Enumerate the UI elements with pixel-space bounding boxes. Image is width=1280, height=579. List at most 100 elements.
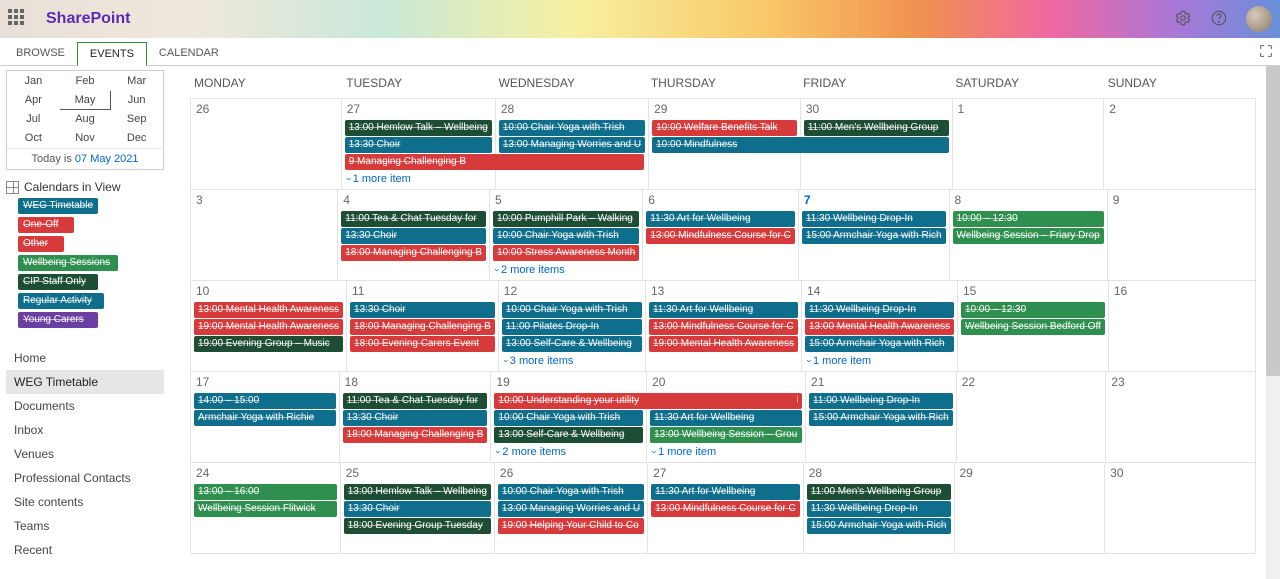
calendar-event[interactable]: 13:00 Mental Health Awareness <box>805 319 954 335</box>
month-feb[interactable]: Feb <box>59 72 111 91</box>
calendar-event[interactable]: Armchair Yoga with Richie <box>194 410 336 426</box>
month-apr[interactable]: Apr <box>8 91 60 110</box>
calendar-event[interactable]: 15:00 Armchair Yoga with Rich <box>809 410 953 426</box>
calendar-event[interactable]: Wellbeing Session – Friary Drop <box>953 228 1104 244</box>
calendar-event[interactable]: 19:00 Helping Your Child to Co <box>498 518 644 534</box>
more-items-link[interactable]: ›1 more item <box>344 171 493 185</box>
today-link[interactable]: 07 May 2021 <box>75 153 139 165</box>
day-cell[interactable]: 411:00 Tea & Chat Tuesday for13:30 Choir… <box>338 190 490 280</box>
nav-documents[interactable]: Documents <box>6 394 164 418</box>
nav-site-contents[interactable]: Site contents <box>6 490 164 514</box>
ribbon-tab-browse[interactable]: BROWSE <box>4 42 77 65</box>
scrollbar-thumb[interactable] <box>1266 66 1280 376</box>
calendar-event[interactable]: 11:30 Art for Wellbeing <box>646 211 795 227</box>
day-cell[interactable]: 2 <box>1104 99 1256 189</box>
day-cell[interactable]: 2610:00 Chair Yoga with Trish13:00 Manag… <box>495 463 648 553</box>
day-cell[interactable]: 2713:00 Hemlow Talk – Wellbeing13:30 Cho… <box>342 99 496 189</box>
calendar-event[interactable]: 19:00 Evening Group – Music <box>194 336 343 352</box>
calendar-event[interactable]: 13:30 Choir <box>341 228 486 244</box>
day-cell[interactable]: 1 <box>953 99 1105 189</box>
nav-venues[interactable]: Venues <box>6 442 164 466</box>
calendar-event[interactable]: 13:00 Mental Health Awareness <box>194 302 343 318</box>
day-cell[interactable]: 3 <box>190 190 338 280</box>
more-items-link[interactable]: ›2 more items <box>493 444 644 458</box>
calendar-overlay-item[interactable]: Regular Activity <box>18 293 104 309</box>
more-items-link[interactable]: ›1 more item <box>649 444 803 458</box>
calendar-event[interactable]: 10:00 Chair Yoga with Trish <box>498 484 644 500</box>
calendar-overlay-item[interactable]: CIP Staff Only <box>18 274 98 290</box>
help-icon[interactable] <box>1210 9 1228 30</box>
ribbon-tab-events[interactable]: EVENTS <box>77 42 147 66</box>
calendar-event[interactable]: 11:30 Wellbeing Drop-In <box>805 302 954 318</box>
month-mar[interactable]: Mar <box>111 72 163 91</box>
calendar-event[interactable]: 18:00 Evening Group Tuesday <box>344 518 491 534</box>
calendar-event[interactable]: 13:00 Wellbeing Session – Grou <box>650 427 802 443</box>
day-cell[interactable]: 1510:00 – 12:30Wellbeing Session Bedford… <box>958 281 1109 371</box>
calendar-event[interactable]: 11:30 Art for Wellbeing <box>649 302 798 318</box>
calendar-event[interactable]: 10:00 Chair Yoga with Trish <box>494 410 643 426</box>
calendar-event[interactable]: 11:00 Men's Wellbeing Group <box>807 484 951 500</box>
calendar-event[interactable]: 11:30 Art for Wellbeing <box>651 484 800 500</box>
calendar-event[interactable]: 13:30 Choir <box>350 302 495 318</box>
calendar-event[interactable]: 13:00 Managing Worries and U <box>499 137 645 153</box>
calendar-event[interactable]: 10:00 Chair Yoga with Trish <box>499 120 645 136</box>
calendar-event[interactable]: 11:00 Tea & Chat Tuesday for <box>343 393 488 409</box>
calendar-event[interactable]: 13:00 Managing Worries and U <box>498 501 644 517</box>
day-cell[interactable]: 2010:00 Epilepsy – What you need11:30 Ar… <box>647 372 806 462</box>
calendar-event[interactable]: 11:00 Men's Wellbeing Group <box>804 120 949 136</box>
nav-weg-timetable[interactable]: WEG Timetable <box>6 370 164 394</box>
calendar-event[interactable]: 13:00 Hemlow Talk – Wellbeing <box>344 484 491 500</box>
calendar-event[interactable]: 11:30 Wellbeing Drop-In <box>802 211 946 227</box>
calendar-event[interactable]: 10:00 Chair Yoga with Trish <box>502 302 642 318</box>
day-cell[interactable]: 1811:00 Tea & Chat Tuesday for13:30 Choi… <box>340 372 492 462</box>
calendar-event[interactable]: 19:00 Mental Health Awareness <box>194 319 343 335</box>
calendar-event[interactable]: 18:00 Managing Challenging B <box>350 319 495 335</box>
settings-icon[interactable] <box>1174 9 1192 30</box>
calendar-event[interactable]: 13:00 – 16:00 <box>194 484 337 500</box>
user-avatar[interactable] <box>1246 6 1272 32</box>
month-oct[interactable]: Oct <box>8 129 60 148</box>
nav-recent[interactable]: Recent <box>6 538 164 562</box>
day-cell[interactable]: 1013:00 Mental Health Awareness19:00 Men… <box>190 281 347 371</box>
nav-professional-contacts[interactable]: Professional Contacts <box>6 466 164 490</box>
day-cell[interactable]: 510:00 Pumphill Park – Walking10:00 Chai… <box>490 190 643 280</box>
day-cell[interactable]: 30 <box>1105 463 1256 553</box>
calendar-event[interactable]: 11:30 Wellbeing Drop-In <box>807 501 951 517</box>
calendar-event[interactable]: 11:30 Art for Wellbeing <box>650 410 802 426</box>
day-cell[interactable]: 2513:00 Hemlow Talk – Wellbeing13:30 Cho… <box>341 463 495 553</box>
calendar-event[interactable]: 10:00 Understanding your utility <box>494 393 796 409</box>
calendar-event[interactable]: 14:00 – 15:00 <box>194 393 336 409</box>
month-jan[interactable]: Jan <box>8 72 60 91</box>
day-cell[interactable]: 16 <box>1109 281 1256 371</box>
calendar-event[interactable]: 13:30 Choir <box>345 137 492 153</box>
day-cell[interactable]: 611:30 Art for Wellbeing13:00 Mindfulnes… <box>643 190 799 280</box>
calendar-event[interactable]: Wellbeing Session Flitwick <box>194 501 337 517</box>
calendar-event[interactable]: 13:00 Self-Care & Wellbeing <box>502 336 642 352</box>
month-nov[interactable]: Nov <box>59 129 111 148</box>
day-cell[interactable]: 1714:00 – 15:00Armchair Yoga with Richie <box>190 372 340 462</box>
calendar-overlay-item[interactable]: Young Carers <box>18 312 98 328</box>
calendar-overlay-item[interactable]: Wellbeing Sessions <box>18 255 118 271</box>
nav-home[interactable]: Home <box>6 346 164 370</box>
calendar-event[interactable]: 13:30 Choir <box>343 410 488 426</box>
calendar-event[interactable]: 10:00 Welfare Benefits Talk <box>652 120 797 136</box>
day-cell[interactable]: 2910:00 Welfare Benefits Talk10:00 Mindf… <box>649 99 801 189</box>
day-cell[interactable]: 2111:00 Wellbeing Drop-In15:00 Armchair … <box>806 372 957 462</box>
calendar-event[interactable]: 11:00 Wellbeing Drop-In <box>809 393 953 409</box>
calendar-event[interactable]: 18:00 Evening Carers Event <box>350 336 495 352</box>
calendar-overlay-item[interactable]: WEG Timetable <box>18 198 98 214</box>
day-cell[interactable]: 22 <box>957 372 1107 462</box>
day-cell[interactable]: 1210:00 Chair Yoga with Trish11:00 Pilat… <box>499 281 646 371</box>
calendar-event[interactable]: 10:00 Mindfulness <box>652 137 946 153</box>
day-cell[interactable]: 1411:30 Wellbeing Drop-In13:00 Mental He… <box>802 281 958 371</box>
day-cell[interactable]: 26 <box>190 99 342 189</box>
calendar-event[interactable]: 10:00 – 12:30 <box>953 211 1104 227</box>
nav-inbox[interactable]: Inbox <box>6 418 164 442</box>
calendar-event[interactable]: 10:00 – 12:30 <box>961 302 1105 318</box>
calendar-event[interactable]: 18:00 Managing Challenging B <box>341 245 486 261</box>
calendar-overlay-item[interactable]: One-Off <box>18 217 74 233</box>
day-cell[interactable]: 1113:30 Choir18:00 Managing Challenging … <box>347 281 499 371</box>
day-cell[interactable]: 1910:00 Understanding your utility10:00 … <box>491 372 647 462</box>
day-cell[interactable]: 9 <box>1108 190 1256 280</box>
calendar-event[interactable]: 13:00 Self-Care & Wellbeing <box>494 427 643 443</box>
